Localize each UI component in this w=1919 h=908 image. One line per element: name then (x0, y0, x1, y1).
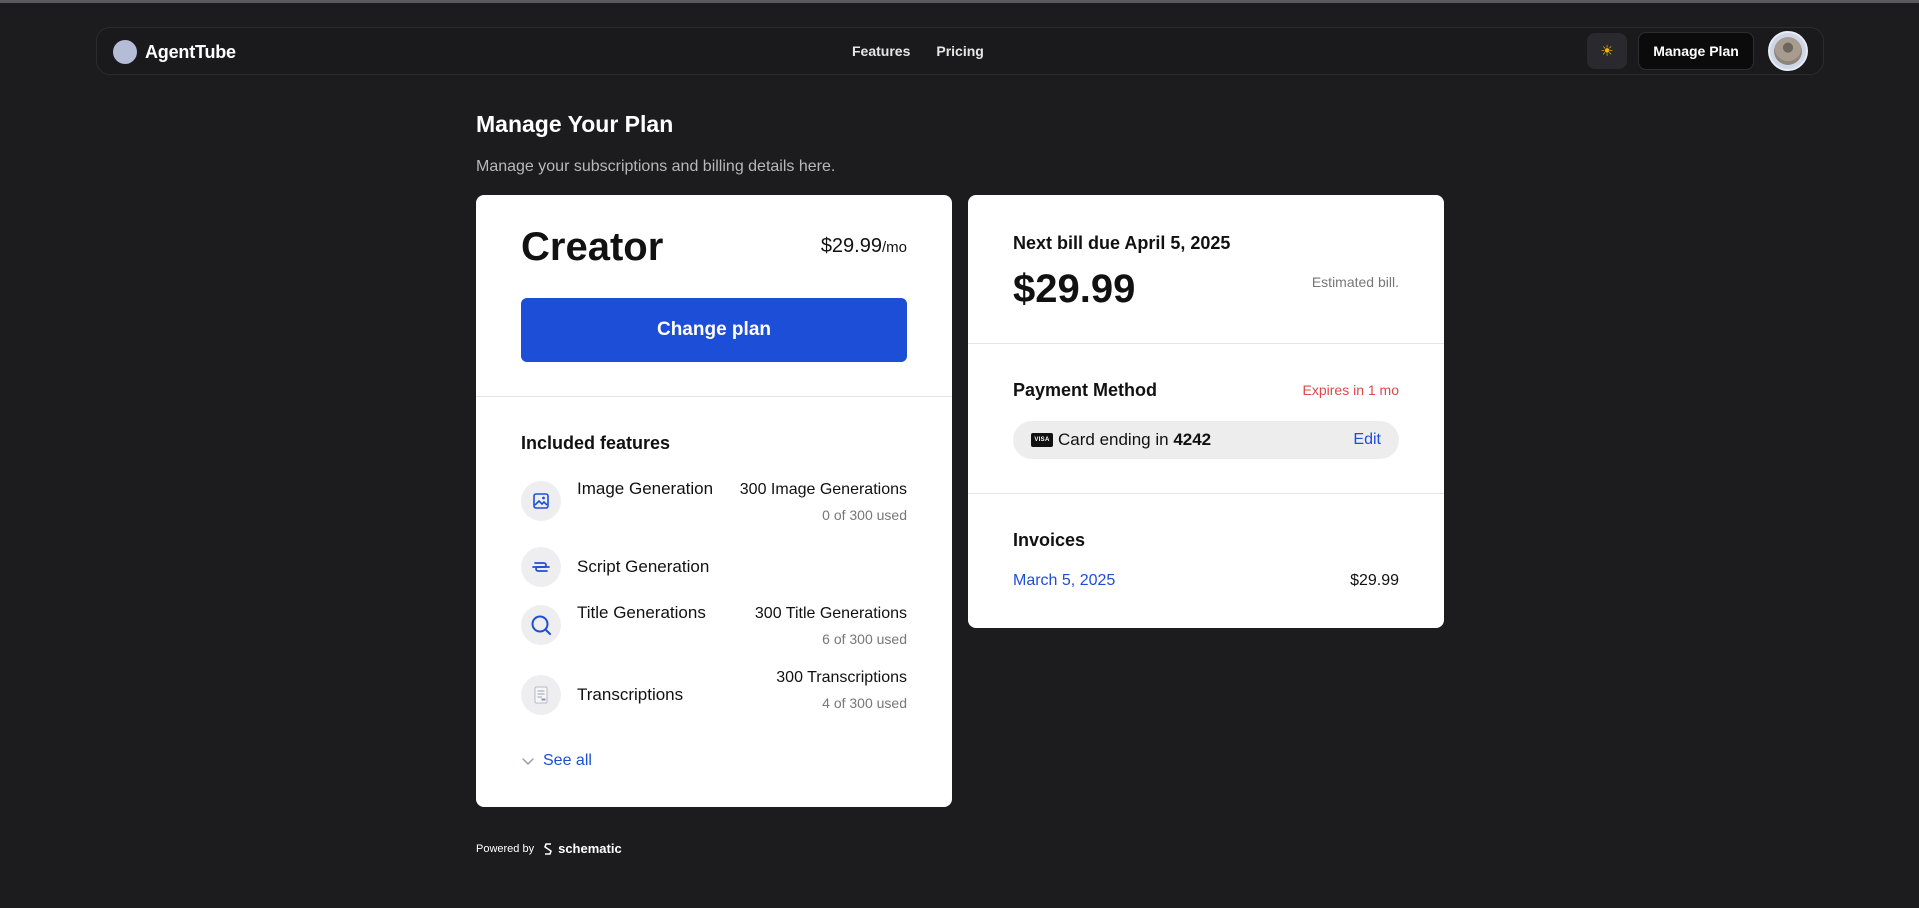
image-icon (521, 481, 561, 521)
visa-card-icon: VISA (1031, 433, 1053, 447)
payment-card-row: VISA Card ending in 4242 Edit (1013, 421, 1399, 459)
bill-amount: $29.99 (1013, 267, 1136, 311)
nav-links: Features Pricing (839, 43, 997, 59)
billing-divider (968, 343, 1444, 344)
billing-card: Next bill due April 5, 2025 $29.99 Estim… (968, 195, 1444, 628)
payment-method-title: Payment Method (1013, 380, 1158, 400)
next-bill-due: Next bill due April 5, 2025 (1013, 233, 1231, 253)
card-expiry-warning: Expires in 1 mo (1302, 382, 1399, 398)
see-all-link[interactable]: See all (521, 752, 592, 770)
top-navbar: AgentTube Features Pricing ☀ Manage Plan (96, 27, 1824, 75)
plan-price-amount: $29.99 (820, 235, 882, 257)
brand-name: AgentTube (145, 41, 236, 62)
feature-usage: 6 of 300 used (822, 631, 907, 647)
plan-divider (476, 396, 952, 397)
powered-by-label: Powered by (476, 842, 535, 855)
feature-item-transcriptions: Transcriptions 300 Transcriptions 4 of 3… (521, 669, 907, 715)
document-icon (521, 675, 561, 715)
avatar-photo (1774, 37, 1802, 65)
feature-name: Transcriptions (577, 685, 684, 704)
feature-quantity: 300 Transcriptions (776, 669, 907, 686)
manage-plan-button[interactable]: Manage Plan (1638, 32, 1754, 70)
nav-link-pricing[interactable]: Pricing (923, 43, 996, 59)
feature-item-title-generations: Title Generations 300 Title Generations … (521, 603, 907, 661)
feature-name: Title Generations (577, 603, 706, 622)
plan-price: $29.99/mo (821, 235, 907, 258)
feature-item-script-generation: Script Generation (521, 547, 907, 587)
feature-usage: 0 of 300 used (822, 507, 907, 523)
plan-price-period: /mo (881, 239, 907, 256)
schematic-brand-name: schematic (558, 841, 622, 856)
chevron-down-icon (522, 758, 534, 766)
powered-by[interactable]: Powered by schematic (476, 841, 622, 856)
theme-toggle-button[interactable]: ☀ (1587, 33, 1627, 69)
feature-name: Image Generation (577, 479, 714, 498)
feature-name: Script Generation (577, 557, 710, 576)
window-top-border (0, 0, 1919, 3)
script-icon (521, 547, 561, 587)
card-prefix: Card ending in (1058, 430, 1169, 449)
invoice-amount: $29.99 (1350, 572, 1399, 589)
invoice-date-link[interactable]: March 5, 2025 (1013, 572, 1115, 590)
schematic-logo-icon (544, 842, 552, 855)
page-title: Manage Your Plan (476, 111, 674, 137)
user-avatar[interactable] (1768, 31, 1808, 71)
brand-logo[interactable]: AgentTube (113, 40, 236, 64)
plan-card: Creator $29.99/mo Change plan Included f… (476, 195, 952, 807)
invoices-title: Invoices (1013, 530, 1086, 550)
sun-icon: ☀ (1600, 43, 1614, 60)
estimated-bill-label: Estimated bill. (1311, 274, 1399, 290)
logo-circle-icon (113, 40, 137, 64)
edit-payment-button[interactable]: Edit (1353, 431, 1381, 449)
page-subtitle: Manage your subscriptions and billing de… (476, 158, 836, 175)
feature-usage: 4 of 300 used (822, 695, 907, 711)
feature-item-image-generation: Image Generation 300 Image Generations 0… (521, 479, 907, 537)
plan-name: Creator (521, 225, 664, 269)
card-last4: 4242 (1173, 430, 1212, 449)
card-description: Card ending in 4242 (1058, 430, 1211, 450)
schematic-brand: schematic (542, 841, 622, 856)
feature-quantity: 300 Image Generations (739, 481, 907, 498)
search-icon (521, 605, 561, 645)
feature-quantity: 300 Title Generations (754, 605, 907, 622)
nav-link-features[interactable]: Features (839, 43, 923, 59)
payment-divider (968, 493, 1444, 494)
included-features-title: Included features (521, 433, 671, 453)
see-all-label: See all (543, 752, 592, 769)
change-plan-button[interactable]: Change plan (521, 298, 907, 362)
